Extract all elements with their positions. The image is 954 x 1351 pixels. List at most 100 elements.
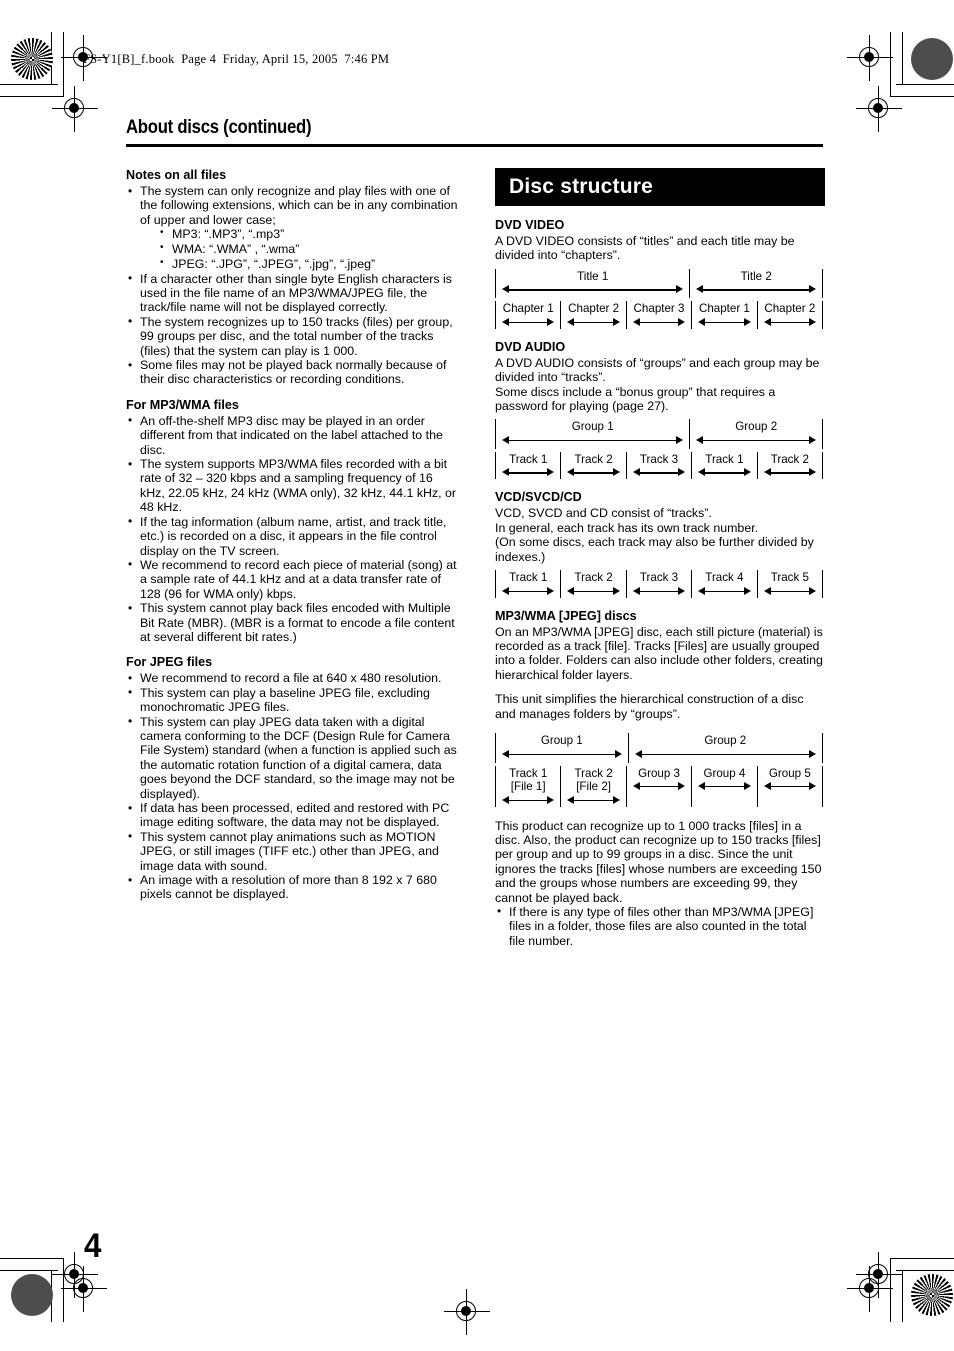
registration-mark-bottom-center (444, 1289, 490, 1335)
double-arrow-icon (698, 780, 751, 793)
double-arrow-icon (567, 316, 620, 329)
diagram-cell: Title 1 (495, 268, 689, 299)
diagram-cell: Chapter 2 (560, 301, 625, 329)
double-arrow-icon (763, 585, 817, 598)
diagram-cell-label: Track 5 (770, 571, 809, 585)
registration-mark-bottom-left-inner (61, 1266, 107, 1312)
double-arrow-icon (696, 283, 816, 296)
double-arrow-icon (763, 780, 817, 793)
list-item: This system can play a baseline JPEG fil… (126, 685, 458, 715)
diagram-cell-label: Group 2 (704, 734, 747, 747)
section-heading-notes-on-all-files: Notes on all files (126, 168, 227, 182)
diagram-cell: Track 2 (560, 451, 625, 480)
mp3-wma-jpeg-description-3: This product can recognize up to 1 000 t… (495, 818, 822, 905)
diagram-cell-label: Group 2 (735, 420, 778, 434)
diagram-cell: Track 2 (560, 570, 625, 598)
diagram-row: Title 1 Title 2 (495, 268, 823, 299)
diagram-cell-label: Group 5 (768, 766, 811, 780)
diagram-cell: Group 1 (495, 733, 628, 763)
double-arrow-icon (632, 780, 686, 793)
page-title-block: About discs (continued) (126, 117, 823, 147)
double-arrow-icon (696, 434, 816, 447)
diagram-cell: Title 2 (689, 268, 823, 299)
diagram-cell-label: Chapter 3 (633, 302, 685, 316)
double-arrow-icon (763, 466, 817, 479)
section-heading-dvd-audio: DVD AUDIO (495, 339, 566, 354)
list-item: This system cannot play back files encod… (126, 601, 458, 644)
list-item: The system can only recognize and play f… (126, 184, 458, 272)
double-arrow-icon (634, 748, 816, 761)
diagram-cell: Chapter 3 (625, 301, 691, 329)
diagram-cell: Track 2 [File 2] (560, 765, 625, 807)
halftone-star-target-bottom-right (911, 1274, 953, 1316)
diagram-row: Track 1 Track 2 Track 3 Track 1 Track 2 (495, 451, 824, 480)
diagram-cell-label: Chapter 2 (568, 302, 620, 316)
registration-mark-top-right (856, 86, 902, 132)
document-page: FS-Y1[B]_f.book Page 4 Friday, April 15,… (0, 0, 954, 1351)
double-arrow-icon (567, 794, 620, 807)
notes-on-all-files-list: The system can only recognize and play f… (126, 184, 458, 387)
registration-mark-top-right-inner (847, 35, 893, 81)
vcd-svcd-cd-structure-diagram: Track 1 Track 2 Track 3 Track 4 Track 5 (495, 570, 824, 598)
file-extension-sublist: MP3: “.MP3”, “.mp3” WMA: “.WMA” , “.wma”… (140, 226, 458, 272)
list-item: If there is any type of files other than… (495, 904, 825, 948)
double-arrow-icon (698, 585, 751, 598)
list-item: This system can play JPEG data taken wit… (126, 714, 458, 801)
diagram-cell-label: Track 2 (574, 571, 613, 585)
dvd-audio-description: A DVD AUDIO consists of “groups” and eac… (495, 355, 820, 414)
diagram-cell: Group 2 (689, 419, 823, 449)
diagram-cell-label: Track 4 (705, 571, 744, 585)
diagram-cell-label: Chapter 1 (698, 302, 750, 316)
diagram-cell-label: Chapter 1 (502, 302, 554, 316)
mp3-wma-jpeg-description-1: On an MP3/WMA [JPEG] disc, each still pi… (495, 624, 823, 682)
diagram-cell: Group 1 (495, 419, 689, 449)
diagram-cell-label: Group 4 (703, 766, 746, 780)
double-arrow-icon (502, 434, 684, 447)
double-arrow-icon (502, 466, 555, 479)
diagram-cell: Track 1 [File 1] (495, 765, 560, 807)
diagram-cell: Group 2 (627, 733, 823, 763)
double-arrow-icon (632, 316, 686, 329)
mp3-wma-jpeg-notes-list: If there is any type of files other than… (495, 904, 825, 948)
diagram-cell: Track 4 (691, 570, 756, 598)
list-item: MP3: “.MP3”, “.mp3” (158, 226, 458, 242)
double-arrow-icon (632, 466, 686, 479)
list-item: WMA: “.WMA” , “.wma” (158, 241, 458, 257)
section-heading-for-jpeg-files: For JPEG files (126, 655, 213, 670)
solid-target-bottom-left (11, 1274, 53, 1316)
book-file-header: FS-Y1[B]_f.book Page 4 Friday, April 15,… (83, 52, 390, 66)
diagram-cell-label: Track 1 [File 1] (509, 766, 548, 794)
diagram-cell-label: Group 1 (571, 420, 614, 434)
list-item: An off-the-shelf MP3 disc may be played … (126, 413, 458, 457)
diagram-cell: Chapter 1 (495, 301, 560, 329)
diagram-row: Group 1 Group 2 (495, 419, 823, 449)
page-title: About discs (continued) (126, 117, 312, 138)
list-item: We recommend to record each piece of mat… (126, 557, 458, 601)
double-arrow-icon (502, 748, 622, 761)
disc-structure-banner: Disc structure (495, 168, 825, 206)
for-jpeg-files-list: We recommend to record a file at 640 x 4… (126, 671, 458, 902)
section-heading-mp3-wma-jpeg-discs: MP3/WMA [JPEG] discs (495, 608, 637, 623)
section-heading-vcd-svcd-cd: VCD/SVCD/CD (495, 490, 582, 505)
mp3-wma-jpeg-description-2: This unit simplifies the hierarchical co… (495, 692, 804, 721)
left-column: Notes on all files The system can only r… (126, 168, 458, 902)
list-item: This system cannot play animations such … (126, 829, 458, 873)
diagram-cell: Track 1 (691, 451, 756, 480)
page-number: 4 (84, 1227, 102, 1265)
list-item: JPEG: “.JPG”, “.JPEG”, “.jpg”, “.jpeg” (158, 256, 458, 272)
list-item: The system supports MP3/WMA files record… (126, 457, 458, 515)
diagram-cell-label: Track 1 (509, 452, 548, 466)
list-item: An image with a resolution of more than … (126, 873, 458, 902)
diagram-cell-label: Group 1 (540, 734, 583, 747)
diagram-cell: Track 1 (495, 451, 560, 480)
diagram-row: Track 1 Track 2 Track 3 Track 4 Track 5 (495, 570, 824, 598)
list-item: If a character other than single byte En… (126, 271, 458, 315)
diagram-cell: Track 3 (625, 570, 691, 598)
title-divider (126, 143, 823, 147)
diagram-cell-label: Track 3 (639, 571, 679, 585)
for-mp3-wma-files-list: An off-the-shelf MP3 disc may be played … (126, 413, 458, 645)
list-item: We recommend to record a file at 640 x 4… (126, 671, 458, 686)
double-arrow-icon (502, 794, 555, 807)
double-arrow-icon (632, 585, 686, 598)
diagram-cell-label: Track 2 [File 2] (574, 766, 613, 794)
